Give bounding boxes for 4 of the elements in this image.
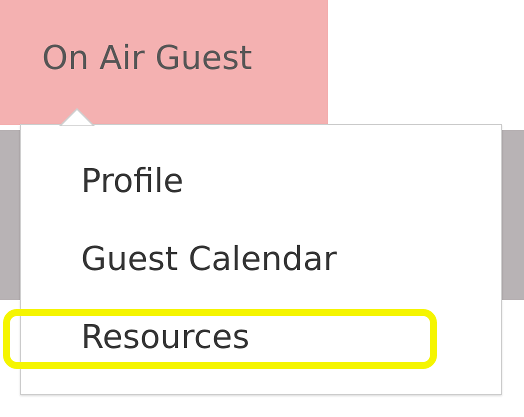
menu-item[interactable]: Profile	[81, 155, 184, 207]
menu-item[interactable]: Guest Calendar	[81, 233, 337, 285]
menu-item[interactable]: Resources	[81, 311, 250, 363]
nav-tab[interactable]: On Air Guest	[0, 0, 328, 125]
